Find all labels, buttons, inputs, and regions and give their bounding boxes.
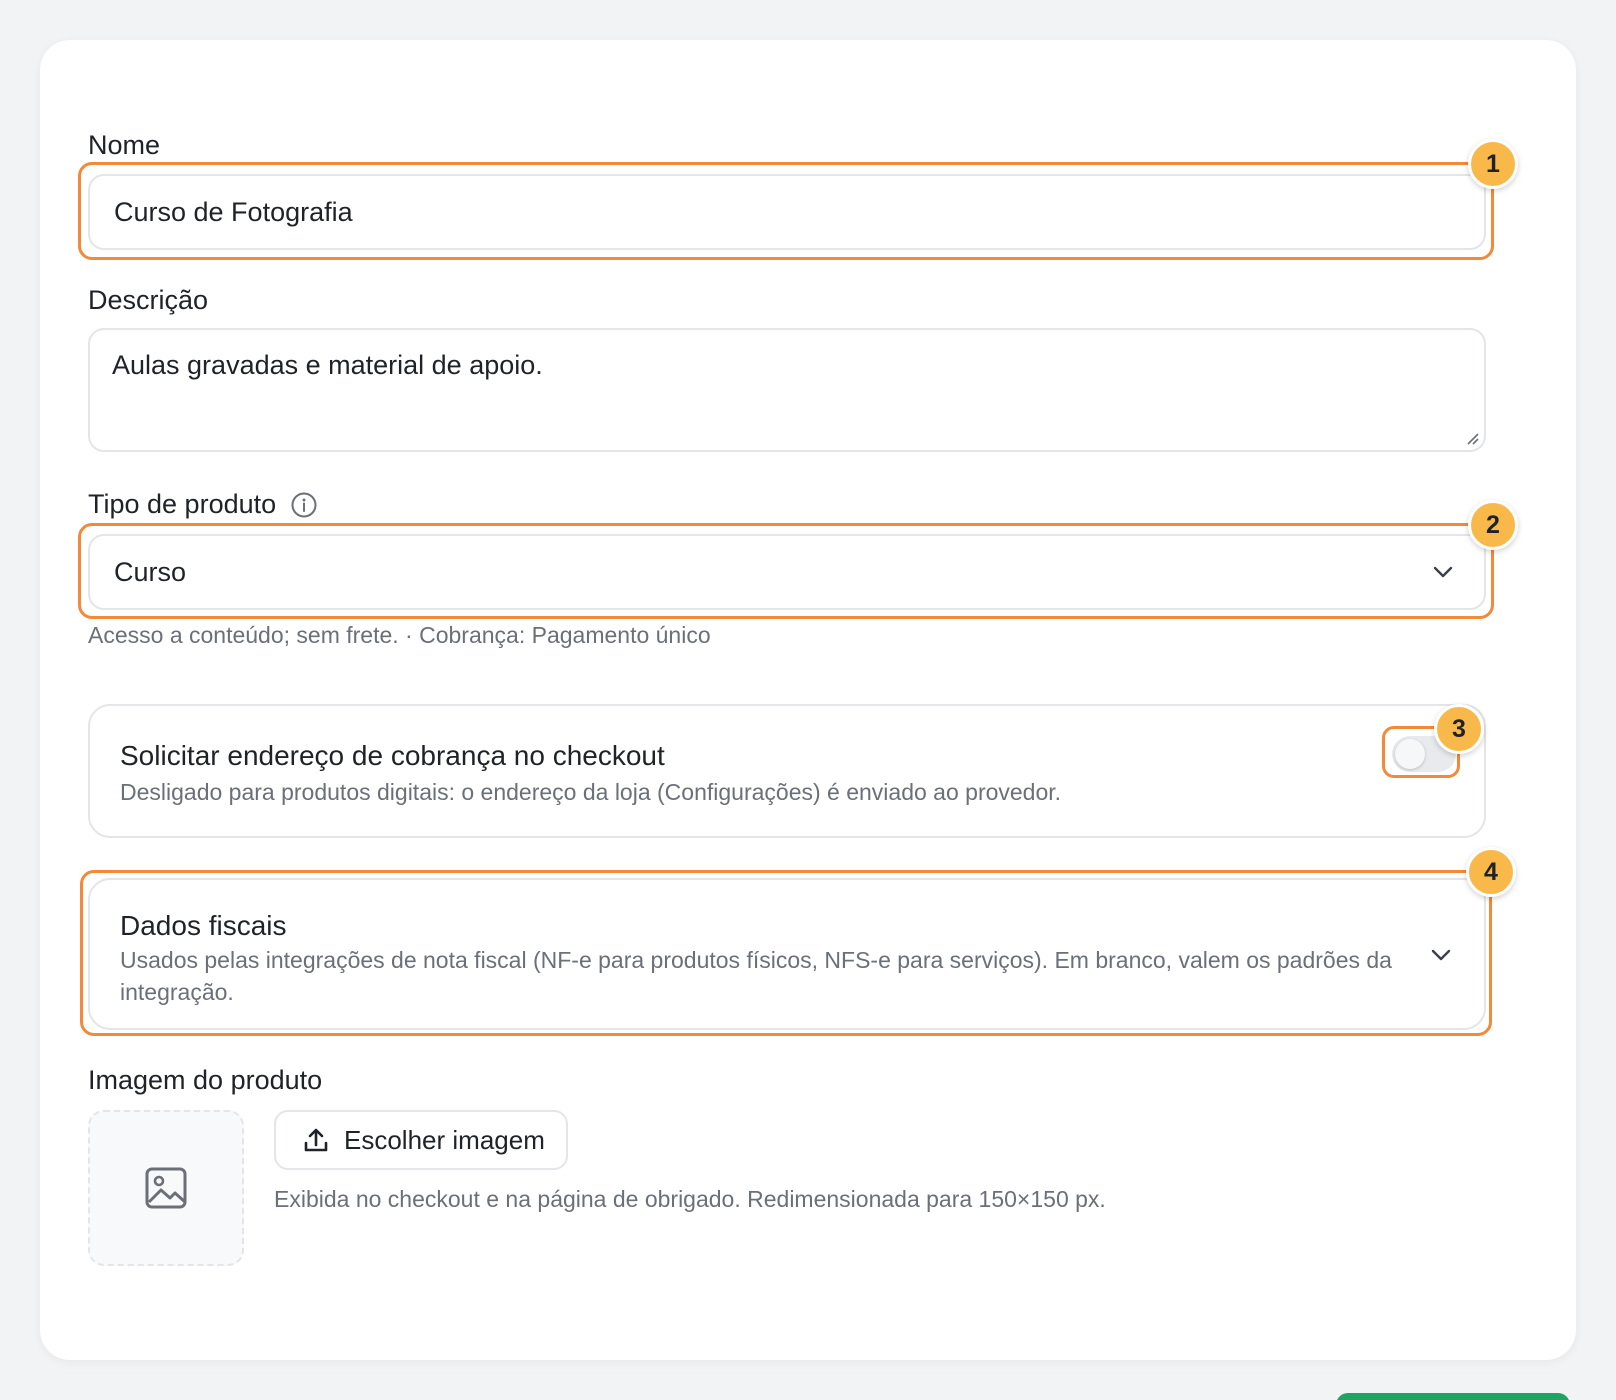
fiscal-data-title: Dados fiscais [120,910,287,941]
save-button[interactable] [1336,1393,1570,1400]
product-image-placeholder[interactable] [88,1110,244,1266]
product-image-label: Imagem do produto [88,1065,323,1095]
step-badge-1: 1 [1468,139,1518,189]
fiscal-chevron-down-icon[interactable] [1430,948,1452,962]
billing-address-title: Solicitar endereço de cobrança no checko… [120,740,665,771]
product-type-label: Tipo de produto [88,489,277,519]
info-icon[interactable] [290,491,318,519]
step-badge-2: 2 [1468,500,1518,550]
name-input-value: Curso de Fotografia [114,196,353,227]
step-badge-3: 3 [1434,704,1484,754]
image-placeholder-icon [144,1166,188,1210]
product-type-value: Curso [114,556,187,587]
product-image-helper: Exibida no checkout e na página de obrig… [274,1186,1106,1212]
description-value: Aulas gravadas e material de apoio. [112,350,543,380]
chevron-down-icon [1432,565,1454,579]
billing-address-subtitle: Desligado para produtos digitais: o ende… [120,779,1062,805]
product-type-select[interactable]: Curso [88,534,1486,610]
billing-address-panel: Solicitar endereço de cobrança no checko… [88,704,1486,838]
product-form-card: Nome Curso de Fotografia 1 Descrição Aul… [40,40,1576,1360]
name-input[interactable]: Curso de Fotografia [88,174,1486,250]
name-label: Nome [88,130,161,160]
description-textarea[interactable]: Aulas gravadas e material de apoio. [88,328,1486,452]
resize-handle-icon[interactable] [1464,430,1480,446]
choose-image-label: Escolher imagem [344,1124,545,1155]
fiscal-data-subtitle: Usados pelas integrações de nota fiscal … [120,947,1392,1005]
upload-icon [302,1126,330,1154]
step-badge-4: 4 [1466,847,1516,897]
choose-image-button[interactable]: Escolher imagem [274,1110,568,1170]
product-type-helper: Acesso a conteúdo; sem frete. · Cobrança… [88,622,711,648]
product-type-label-row: Tipo de produto [88,489,318,520]
description-label: Descrição [88,285,209,315]
toggle-knob [1395,739,1425,769]
fiscal-data-panel[interactable]: Dados fiscais Usados pelas integrações d… [88,878,1486,1030]
